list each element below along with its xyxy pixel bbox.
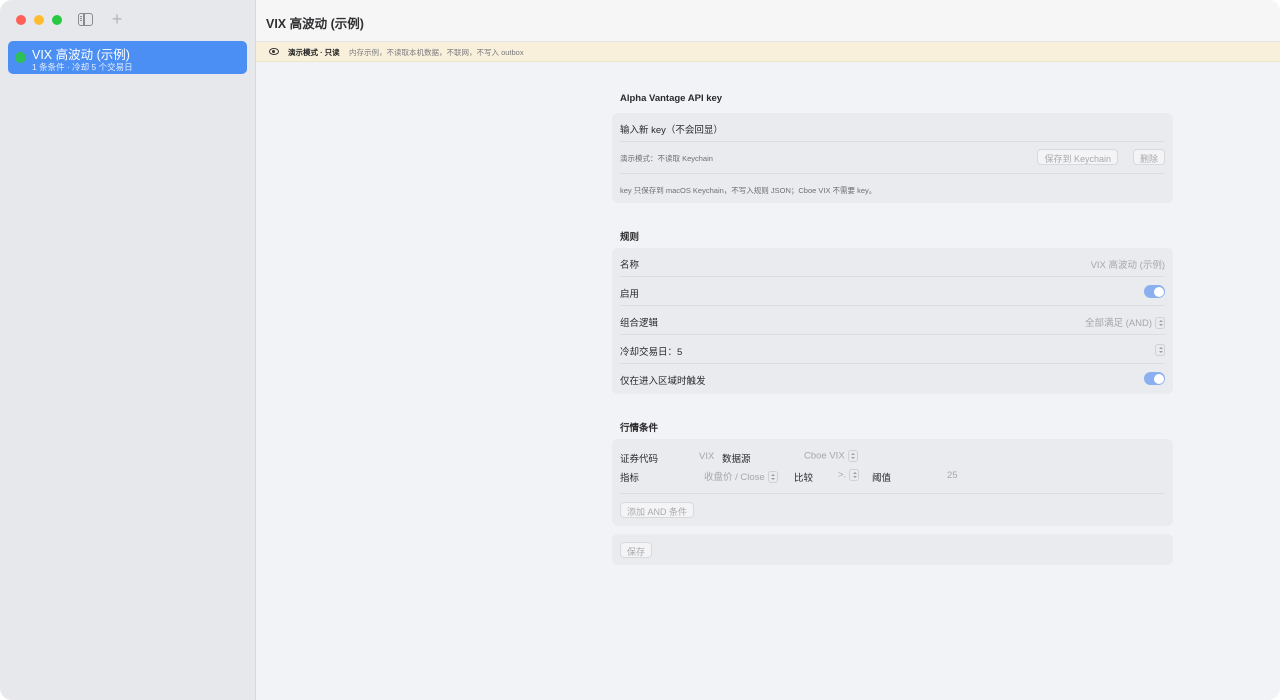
rule-status-dot-icon — [15, 52, 26, 63]
rule-cooldown-label: 冷却交易日：5 — [620, 347, 683, 358]
rules-section-title: 规则 — [620, 232, 640, 243]
conditions-divider — [620, 493, 1165, 494]
main-content: VIX 高波动 (示例) 演示模式 · 只读 内存示例，不读取本机数据，不联网，… — [256, 0, 1280, 700]
window-controls — [16, 15, 62, 25]
save-rule-button[interactable]: 保存 — [620, 542, 653, 558]
cooldown-stepper[interactable] — [1152, 344, 1165, 356]
api-demo-note: 演示模式：不读取 Keychain — [620, 154, 713, 163]
footer-card: 保存 — [612, 534, 1173, 565]
compare-label: 比较 — [794, 473, 814, 484]
api-key-input[interactable]: 输入新 key（不会回显） — [620, 122, 723, 136]
rules-card: 名称 VIX 高波动 (示例) 启用 组合逻辑 全部满足 (AND) 冷却交易日… — [612, 248, 1173, 394]
rule-name-field[interactable]: VIX 高波动 (示例) — [1091, 257, 1165, 271]
symbol-input[interactable]: VIX — [699, 451, 714, 462]
zoom-window-button[interactable] — [52, 15, 62, 25]
demo-banner: 演示模式 · 只读 内存示例，不读取本机数据，不联网，不写入 outbox — [256, 42, 1280, 62]
rule-edge-row: 仅在进入区域时触发 — [620, 364, 1165, 393]
source-select[interactable]: Cboe VIX — [804, 450, 858, 462]
window-title: VIX 高波动 (示例) — [266, 17, 364, 31]
rule-edge-toggle[interactable] — [1144, 372, 1165, 385]
sidebar-rule-item[interactable]: VIX 高波动 (示例) 1 条条件 · 冷却 5 个交易日 — [8, 41, 247, 74]
rule-enabled-toggle[interactable] — [1144, 285, 1165, 298]
close-window-button[interactable] — [16, 15, 26, 25]
rule-logic-row: 组合逻辑 全部满足 (AND) — [620, 306, 1165, 335]
banner-mode-label: 演示模式 · 只读 — [288, 48, 340, 57]
api-footnote-row: key 只保存到 macOS Keychain，不写入规则 JSON；Cboe … — [620, 174, 1165, 203]
compare-select[interactable]: >. — [838, 469, 860, 481]
save-keychain-button[interactable]: 保存到 Keychain — [1037, 149, 1118, 165]
compare-chevron-updown-icon — [849, 469, 860, 481]
api-demo-row: 演示模式：不读取 Keychain 保存到 Keychain 删除 — [620, 142, 1165, 174]
banner-description: 内存示例，不读取本机数据，不联网，不写入 outbox — [349, 48, 524, 57]
add-rule-plus-icon[interactable]: + — [109, 9, 125, 29]
cooldown-stepper-icon[interactable] — [1155, 344, 1165, 356]
rule-enabled-row: 启用 — [620, 277, 1165, 306]
rule-name-label: 名称 — [620, 260, 640, 271]
metric-select[interactable]: 收盘价 / Close — [704, 469, 778, 484]
delete-key-button[interactable]: 删除 — [1132, 149, 1165, 165]
threshold-input[interactable]: 25 — [947, 470, 958, 481]
eye-icon — [269, 48, 279, 55]
rule-logic-select[interactable]: 全部满足 (AND) — [1084, 315, 1165, 330]
rule-logic-label: 组合逻辑 — [620, 318, 659, 329]
metric-label: 指标 — [620, 473, 640, 484]
source-chevron-updown-icon — [847, 450, 858, 462]
app-window: + VIX 高波动 (示例) 1 条条件 · 冷却 5 个交易日 VIX 高波动… — [0, 0, 1280, 700]
metric-chevron-updown-icon — [767, 471, 778, 484]
api-footnote: key 只保存到 macOS Keychain，不写入规则 JSON；Cboe … — [620, 186, 877, 195]
source-label: 数据源 — [722, 454, 751, 465]
metric-value: 收盘价 / Close — [704, 472, 765, 483]
sidebar-toggle-icon[interactable] — [78, 13, 93, 26]
conditions-card: 证券代码 VIX 数据源 Cboe VIX 指标 收盘价 / Close 比较 … — [612, 439, 1173, 526]
rule-logic-value: 全部满足 (AND) — [1084, 318, 1152, 329]
api-card: 输入新 key（不会回显） 演示模式：不读取 Keychain 保存到 Keyc… — [612, 113, 1173, 203]
api-key-input-row[interactable]: 输入新 key（不会回显） — [620, 113, 1165, 142]
sidebar-rule-subtitle: 1 条条件 · 冷却 5 个交易日 — [32, 62, 133, 72]
logic-chevron-updown-icon — [1155, 317, 1165, 330]
sidebar: + VIX 高波动 (示例) 1 条条件 · 冷却 5 个交易日 — [0, 0, 256, 700]
minimize-window-button[interactable] — [34, 15, 44, 25]
threshold-label: 阈值 — [872, 473, 892, 484]
compare-value: >. — [838, 469, 847, 481]
conditions-section-title: 行情条件 — [620, 423, 659, 434]
rule-enabled-label: 启用 — [620, 289, 640, 300]
api-section-title: Alpha Vantage API key — [620, 93, 723, 104]
title-bar: VIX 高波动 (示例) — [256, 0, 1280, 42]
symbol-label: 证券代码 — [620, 454, 659, 465]
rule-cooldown-row: 冷却交易日：5 — [620, 335, 1165, 364]
source-value: Cboe VIX — [804, 450, 845, 462]
rule-edge-label: 仅在进入区域时触发 — [620, 376, 706, 387]
rule-name-row: 名称 VIX 高波动 (示例) — [620, 248, 1165, 277]
add-and-condition-button[interactable]: 添加 AND 条件 — [620, 502, 695, 518]
